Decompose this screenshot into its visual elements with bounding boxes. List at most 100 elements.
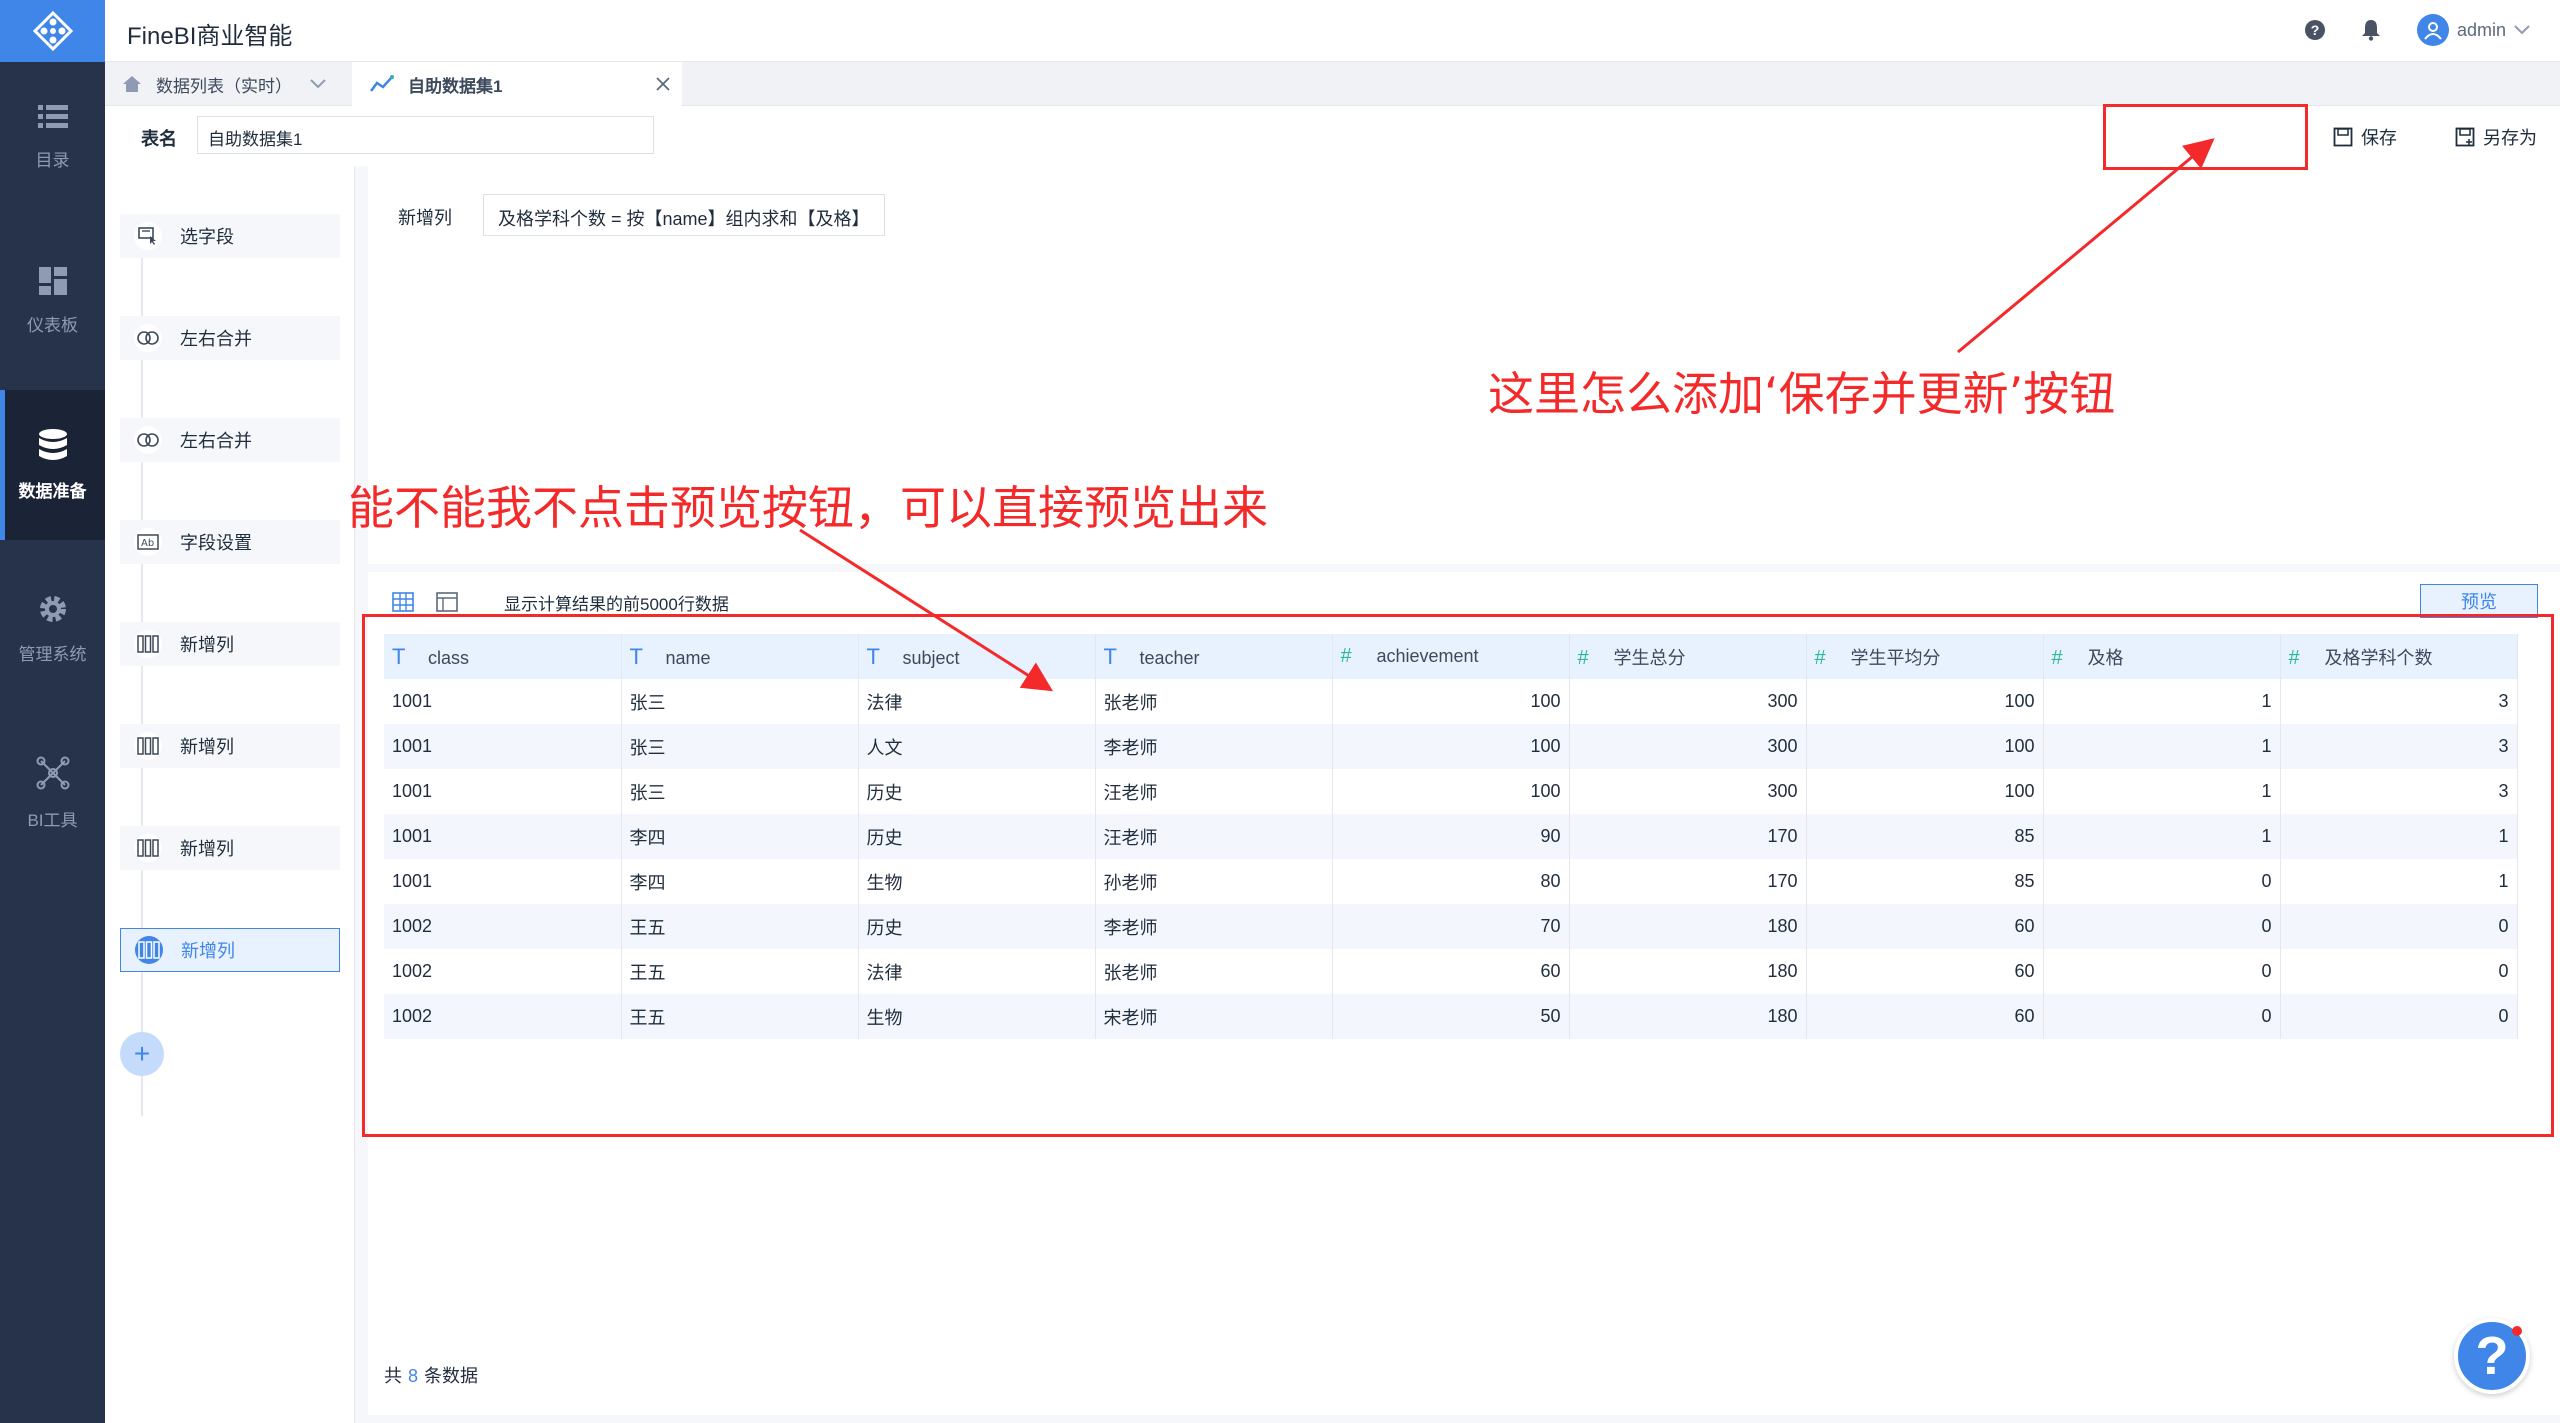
chevron-down-icon[interactable]: [310, 79, 326, 89]
text-type-icon: T: [629, 643, 643, 669]
column-header-2[interactable]: Tsubject: [858, 634, 1096, 679]
field-setting-icon: Ab: [134, 528, 162, 556]
table-cell: 1: [2043, 769, 2281, 814]
table-cell: 100: [1332, 769, 1570, 814]
formula-expression[interactable]: 及格学科个数 = 按【name】组内求和【及格】: [483, 194, 885, 236]
step-panel: 选字段 左右合并 左右合并 Ab 字段设置 新增列 新增列 新增列 新增列 +: [105, 166, 355, 1423]
step-label: 新增列: [180, 737, 234, 757]
column-header-6[interactable]: # 学生平均分: [1806, 634, 2044, 679]
nav-label: 数据准备: [18, 481, 87, 501]
step-merge-2[interactable]: 左右合并: [120, 418, 340, 462]
table-cell: 1: [2043, 724, 2281, 769]
table-name-label: 表名: [141, 129, 177, 149]
table-cell: 张三: [621, 724, 859, 769]
detail-view-icon[interactable]: [436, 592, 458, 612]
tab-data-list[interactable]: 数据列表（实时）: [105, 62, 345, 106]
step-add-column-2[interactable]: 新增列: [120, 724, 340, 768]
app-logo[interactable]: [0, 0, 105, 62]
table-cell: 85: [1806, 859, 2044, 904]
user-menu[interactable]: admin: [2416, 14, 2530, 46]
table-row: 1001 李四 历史 汪老师 90 170 85 1 1: [384, 814, 2518, 859]
table-cell: 0: [2043, 859, 2281, 904]
add-step-button[interactable]: +: [120, 1032, 164, 1076]
table-cell: 1: [2043, 814, 2281, 859]
step-label: 新增列: [180, 839, 234, 859]
tab-bar: 数据列表（实时） 自助数据集1: [105, 62, 2560, 106]
table-row: 1001 张三 法律 张老师 100 300 100 1 3: [384, 679, 2518, 724]
save-button[interactable]: 保存: [2333, 124, 2397, 150]
table-cell: 180: [1569, 994, 1807, 1039]
top-bar: FineBI商业智能 ? admin: [105, 0, 2560, 62]
preview-note: 显示计算结果的前5000行数据: [504, 594, 729, 614]
bell-icon[interactable]: [2361, 19, 2381, 41]
add-column-icon: [135, 936, 163, 964]
help-icon[interactable]: ?: [2304, 20, 2325, 40]
column-header-1[interactable]: Tname: [621, 634, 859, 679]
preview-button[interactable]: 预览: [2420, 584, 2538, 618]
app-title: FineBI商业智能: [127, 23, 293, 50]
nav-item-data-prep[interactable]: 数据准备: [0, 390, 105, 540]
database-icon: [38, 428, 67, 460]
nav-label: 目录: [35, 150, 70, 170]
table-cell: 90: [1332, 814, 1570, 859]
grid-view-icon[interactable]: [392, 592, 414, 612]
home-icon: [123, 76, 141, 92]
column-header-4[interactable]: # achievement: [1332, 634, 1570, 679]
table-header-row: Tclass Tname Tsubject Tteacher # achievement #…: [384, 634, 2518, 679]
column-header-8[interactable]: # 及格学科个数: [2280, 634, 2518, 679]
number-type-icon: #: [2051, 646, 2063, 669]
step-label: 新增列: [180, 635, 234, 655]
list-icon: [37, 104, 68, 128]
preview-panel: 显示计算结果的前5000行数据 预览 Tclass Tname Tsubject Tt…: [368, 572, 2560, 1415]
step-merge-1[interactable]: 左右合并: [120, 316, 340, 360]
row-count-suffix: 条数据: [424, 1366, 479, 1386]
table-cell: 法律: [858, 679, 1096, 724]
table-cell: 1002: [384, 904, 622, 949]
table-row: 1002 王五 法律 张老师 60 180 60 0 0: [384, 949, 2518, 994]
table-name-input[interactable]: 自助数据集1: [197, 116, 654, 154]
table-cell: 李四: [621, 859, 859, 904]
step-add-column-3[interactable]: 新增列: [120, 826, 340, 870]
floating-help-button[interactable]: ?: [2454, 1318, 2530, 1394]
step-add-column-4[interactable]: 新增列: [120, 928, 340, 972]
nav-item-bi-tools[interactable]: BI工具: [0, 718, 105, 868]
tab-self-dataset[interactable]: 自助数据集1: [352, 62, 682, 106]
step-add-column-1[interactable]: 新增列: [120, 622, 340, 666]
left-nav: 目录 仪表板 数据准备 管理系统 BI工具: [0, 0, 105, 1423]
nav-item-catalog[interactable]: 目录: [0, 62, 105, 212]
nav-item-admin[interactable]: 管理系统: [0, 554, 105, 704]
table-cell: 180: [1569, 949, 1807, 994]
text-type-icon: T: [392, 643, 406, 669]
column-header-3[interactable]: Tteacher: [1095, 634, 1333, 679]
save-as-icon: [2455, 127, 2475, 147]
table-cell: 历史: [858, 769, 1096, 814]
step-field-settings[interactable]: Ab 字段设置: [120, 520, 340, 564]
table-row: 1002 王五 生物 宋老师 50 180 60 0 0: [384, 994, 2518, 1039]
column-header-7[interactable]: # 及格: [2043, 634, 2281, 679]
column-name: name: [665, 647, 711, 668]
select-field-icon: [134, 222, 162, 250]
dashboard-icon: [38, 266, 67, 295]
nav-label: 管理系统: [18, 644, 87, 664]
table-cell: 0: [2280, 904, 2518, 949]
user-icon: [2424, 22, 2442, 40]
column-header-0[interactable]: Tclass: [384, 634, 622, 679]
table-cell: 100: [1332, 724, 1570, 769]
table-cell: 1002: [384, 949, 622, 994]
name-bar: 表名 自助数据集1 保存 另存为: [105, 106, 2560, 166]
column-name: 学生平均分: [1850, 647, 1941, 668]
save-as-button[interactable]: 另存为: [2455, 124, 2537, 150]
svg-text:Ab: Ab: [141, 538, 154, 549]
network-icon: [36, 756, 69, 789]
column-header-5[interactable]: # 学生总分: [1569, 634, 1807, 679]
nav-item-dashboard[interactable]: 仪表板: [0, 226, 105, 376]
step-label: 新增列: [181, 941, 235, 961]
table-cell: 宋老师: [1095, 994, 1333, 1039]
step-select-field[interactable]: 选字段: [120, 214, 340, 258]
table-cell: 3: [2280, 679, 2518, 724]
close-icon[interactable]: [656, 77, 670, 91]
table-cell: 300: [1569, 769, 1807, 814]
table-cell: 60: [1806, 949, 2044, 994]
table-row: 1002 王五 历史 李老师 70 180 60 0 0: [384, 904, 2518, 949]
table-cell: 100: [1806, 724, 2044, 769]
